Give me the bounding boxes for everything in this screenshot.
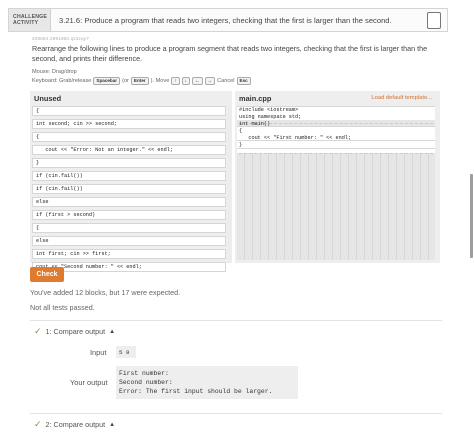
code-block[interactable]: { <box>32 223 226 233</box>
kbd-cancel: Cancel <box>217 78 235 84</box>
code-block[interactable]: if (cin.fail()) <box>32 171 226 181</box>
code-drop-area[interactable]: #include <iostream> using namespace std;… <box>237 106 435 260</box>
code-block[interactable]: if (cin.fail()) <box>32 184 226 194</box>
compare-output-1-title: 1: Compare output <box>45 327 106 336</box>
code-line[interactable]: } <box>239 142 351 149</box>
block-divider <box>239 153 433 154</box>
keyboard-instructions: Keyboard: Grab/release Spacebar (or Ente… <box>32 77 251 85</box>
challenge-activity-badge: CHALLENGE ACTIVITY <box>9 9 51 31</box>
code-line[interactable]: using namespace std; <box>239 114 351 121</box>
code-line[interactable]: { <box>239 128 351 135</box>
check-button[interactable]: Check <box>30 267 64 282</box>
code-block[interactable]: { <box>32 132 226 142</box>
code-line[interactable]: #include <iostream> <box>239 107 351 114</box>
arrow-left-key: ← <box>191 77 203 85</box>
activity-header: CHALLENGE ACTIVITY 3.21.6: Produce a pro… <box>8 8 448 32</box>
kbd-or: (or <box>122 78 129 84</box>
unused-block-list: { int second; cin >> second; { cout << "… <box>32 106 226 275</box>
chevron-up-icon: ▲ <box>109 421 116 428</box>
blocks-count-message: You've added 12 blocks, but 17 were expe… <box>30 288 181 297</box>
compare-output-2-title: 2: Compare output <box>45 420 106 429</box>
code-block[interactable]: { <box>32 106 226 116</box>
code-block[interactable]: int second; cin >> second; <box>32 119 226 129</box>
load-default-template-link[interactable]: Load default template... <box>371 95 432 101</box>
main-cpp-code: #include <iostream> using namespace std;… <box>239 107 351 149</box>
code-block[interactable]: else <box>32 197 226 207</box>
instructions-text: Rearrange the following lines to produce… <box>32 44 428 63</box>
bookmark-icon[interactable] <box>427 12 441 29</box>
indent-guides <box>237 152 435 260</box>
code-block[interactable]: } <box>32 158 226 168</box>
unused-scrollbar-thumb[interactable] <box>470 174 473 258</box>
compare-output-2-toggle[interactable]: ✓ 2: Compare output ▲ <box>34 419 115 430</box>
kbd-prefix: Keyboard: Grab/release <box>32 78 92 84</box>
activity-id: 408684.2991960.qx3zqy7 <box>32 36 90 41</box>
main-cpp-panel: main.cpp Load default template... #inclu… <box>235 91 440 263</box>
mouse-instructions: Mouse: Drag/drop <box>32 69 77 75</box>
enter-key: Enter <box>130 77 149 85</box>
check-mark-icon: ✓ <box>34 419 42 429</box>
check-mark-icon: ✓ <box>34 326 42 336</box>
esc-key: Esc <box>236 77 251 85</box>
output-line: Second number: <box>119 379 173 386</box>
code-block[interactable]: if (first > second) <box>32 210 226 220</box>
your-output-box: First number: Second number: Error: The … <box>116 366 298 399</box>
arrow-up-key: ↑ <box>171 77 180 85</box>
unused-title: Unused <box>34 93 62 103</box>
output-line: First number: <box>119 370 169 377</box>
section-divider <box>30 320 442 321</box>
code-block[interactable]: int first; cin >> first; <box>32 249 226 259</box>
output-line: Error: The first input should be larger. <box>119 388 273 395</box>
unused-panel: Unused { int second; cin >> second; { co… <box>30 91 232 272</box>
compare-output-1-toggle[interactable]: ✓ 1: Compare output ▲ <box>34 326 115 337</box>
unused-scrollbar-track[interactable] <box>228 106 231 261</box>
kbd-move: ). Move <box>150 78 170 84</box>
arrow-down-key: ↓ <box>181 77 190 85</box>
your-output-label: Your output <box>70 378 108 387</box>
code-line[interactable]: cout << "First number: " << endl; <box>239 135 351 142</box>
activity-title: 3.21.6: Produce a program that reads two… <box>59 15 392 25</box>
code-block[interactable]: else <box>32 236 226 246</box>
tests-result-message: Not all tests passed. <box>30 303 95 312</box>
code-line[interactable]: int main() <box>239 121 351 128</box>
input-value: 5 9 <box>116 346 136 358</box>
input-label: Input <box>90 348 107 357</box>
code-block[interactable]: cout << "Error: Not an integer." << endl… <box>32 145 226 155</box>
spacebar-key: Spacebar <box>93 77 121 85</box>
arrow-right-key: → <box>204 77 216 85</box>
section-divider <box>30 413 442 414</box>
chevron-up-icon: ▲ <box>109 328 116 335</box>
badge-line-2: ACTIVITY <box>13 20 39 26</box>
